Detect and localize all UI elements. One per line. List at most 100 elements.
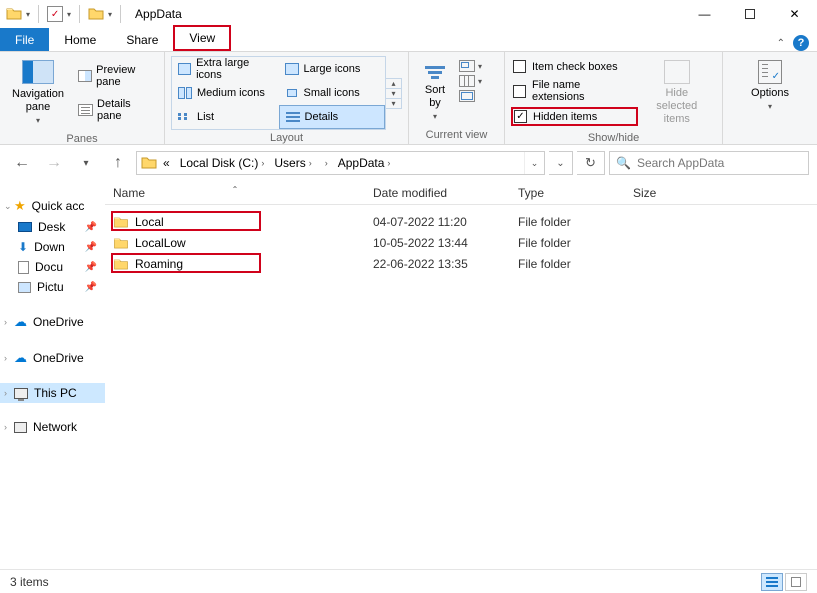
file-date: 22-06-2022 13:35 (365, 257, 510, 271)
sort-by-button[interactable]: Sort by ▾ (415, 56, 455, 127)
pin-icon: 📌 (85, 262, 101, 273)
group-by-button[interactable]: ▾ (459, 60, 482, 72)
collapse-ribbon-button[interactable]: ⌃ (777, 38, 785, 49)
nav-desktop[interactable]: Desk📌 (0, 217, 105, 237)
search-icon: 🔍 (616, 156, 631, 170)
list-icon (178, 111, 192, 123)
nav-pictures[interactable]: Pictu📌 (0, 277, 105, 297)
view-list[interactable]: List (172, 105, 279, 129)
tab-home[interactable]: Home (49, 28, 111, 51)
window-title: AppData (135, 7, 182, 21)
qat-dropdown[interactable]: ▾ (26, 10, 30, 19)
address-bar[interactable]: « Local Disk (C:)› Users› › AppData› ⌄ (136, 151, 545, 175)
details-view-icon (766, 577, 778, 587)
breadcrumb-user[interactable]: › (318, 158, 332, 168)
breadcrumb-appdata[interactable]: AppData› (334, 156, 395, 170)
file-row[interactable]: Roaming22-06-2022 13:35File folder (105, 253, 817, 274)
recent-locations-button[interactable]: ▾ (72, 149, 100, 177)
status-item-count: 3 items (10, 575, 49, 589)
qat-properties-icon[interactable]: ✓ (47, 6, 63, 22)
group-label-panes: Panes (6, 131, 158, 148)
checkbox-icon (513, 60, 526, 73)
view-mode-large-button[interactable] (785, 573, 807, 591)
group-label-currentview: Current view (415, 127, 498, 144)
file-type: File folder (510, 236, 625, 250)
file-name-extensions-toggle[interactable]: File name extensions (511, 77, 638, 105)
forward-button[interactable]: → (40, 149, 68, 177)
view-details[interactable]: Details (279, 105, 386, 129)
qat-dropdown-2[interactable]: ▾ (67, 10, 71, 19)
ribbon-tabs: File Home Share View ⌃ ? (0, 28, 817, 52)
view-small-icons[interactable]: Small icons (279, 81, 386, 105)
column-date[interactable]: Date modified (365, 186, 510, 200)
qat-dropdown-3[interactable]: ▾ (108, 10, 112, 19)
checkbox-checked-icon (514, 110, 527, 123)
pictures-icon (18, 282, 31, 293)
file-row[interactable]: LocalLow10-05-2022 13:44File folder (105, 232, 817, 253)
medium-icon (178, 87, 192, 99)
view-large-icons[interactable]: Large icons (279, 57, 386, 81)
file-name: Local (135, 215, 164, 229)
network-icon (14, 422, 27, 433)
layout-scroll-down[interactable]: ▾ (386, 89, 401, 99)
large-icon (285, 63, 299, 75)
preview-pane-button[interactable]: Preview pane (74, 62, 158, 90)
column-type[interactable]: Type (510, 186, 625, 200)
nav-quick-access[interactable]: ⌄★Quick acc (0, 195, 105, 217)
nav-onedrive-1[interactable]: ›☁OneDrive (0, 311, 105, 333)
nav-network[interactable]: ›Network (0, 417, 105, 437)
column-size[interactable]: Size (625, 186, 817, 200)
close-button[interactable]: ✕ (772, 0, 817, 28)
options-button[interactable]: Options ▾ (745, 56, 795, 117)
folder-icon (6, 6, 22, 23)
tab-view[interactable]: View (173, 25, 231, 51)
file-row[interactable]: Local04-07-2022 11:20File folder (105, 211, 817, 232)
group-by-icon (459, 60, 475, 72)
folder-icon (113, 215, 129, 228)
up-button[interactable]: ↑ (104, 149, 132, 177)
hide-selected-items-button[interactable]: Hide selected items (638, 56, 716, 130)
hidden-items-toggle[interactable]: Hidden items (511, 107, 638, 126)
folder-icon (141, 155, 157, 172)
breadcrumb-users[interactable]: Users› (270, 156, 315, 170)
folder-icon (113, 236, 129, 249)
tab-file[interactable]: File (0, 28, 49, 51)
address-dropdown[interactable]: ⌄ (524, 152, 544, 174)
details-pane-icon (78, 104, 93, 116)
item-check-boxes-toggle[interactable]: Item check boxes (511, 58, 638, 75)
document-icon (18, 261, 29, 274)
add-columns-button[interactable]: ▾ (459, 75, 482, 87)
layout-more[interactable]: ▾ (386, 99, 401, 108)
back-button[interactable]: ← (8, 149, 36, 177)
options-icon (758, 60, 782, 84)
cloud-icon: ☁ (14, 314, 27, 330)
breadcrumb-c[interactable]: Local Disk (C:)› (176, 156, 269, 170)
navigation-pane-button[interactable]: Navigation pane ▾ (6, 56, 70, 131)
nav-onedrive-2[interactable]: ›☁OneDrive (0, 347, 105, 369)
details-icon (286, 111, 300, 123)
view-mode-details-button[interactable] (761, 573, 783, 591)
refresh-button[interactable]: ↻ (577, 151, 605, 175)
view-medium-icons[interactable]: Medium icons (172, 81, 279, 105)
nav-documents[interactable]: Docu📌 (0, 257, 105, 277)
download-icon: ⬇ (18, 240, 28, 254)
address-history-button[interactable]: ⌄ (549, 151, 573, 175)
size-columns-button[interactable] (459, 90, 482, 102)
file-type: File folder (510, 257, 625, 271)
status-bar: 3 items (0, 569, 817, 593)
details-pane-button[interactable]: Details pane (74, 96, 158, 124)
maximize-button[interactable] (727, 0, 772, 28)
layout-scroll-up[interactable]: ▴ (386, 79, 401, 89)
folder-icon (113, 257, 129, 270)
nav-this-pc[interactable]: ›This PC (0, 383, 105, 403)
search-input[interactable]: 🔍 Search AppData (609, 151, 809, 175)
help-icon[interactable]: ? (793, 35, 809, 51)
navigation-pane: ⌄★Quick acc Desk📌 ⬇Down📌 Docu📌 Pictu📌 ›☁… (0, 181, 105, 569)
tab-share[interactable]: Share (111, 28, 173, 51)
column-name[interactable]: Name⌃ (105, 186, 365, 200)
cloud-icon: ☁ (14, 350, 27, 366)
nav-downloads[interactable]: ⬇Down📌 (0, 237, 105, 257)
minimize-button[interactable]: — (682, 0, 727, 28)
desktop-icon (18, 222, 32, 232)
view-extra-large-icons[interactable]: Extra large icons (172, 57, 279, 81)
